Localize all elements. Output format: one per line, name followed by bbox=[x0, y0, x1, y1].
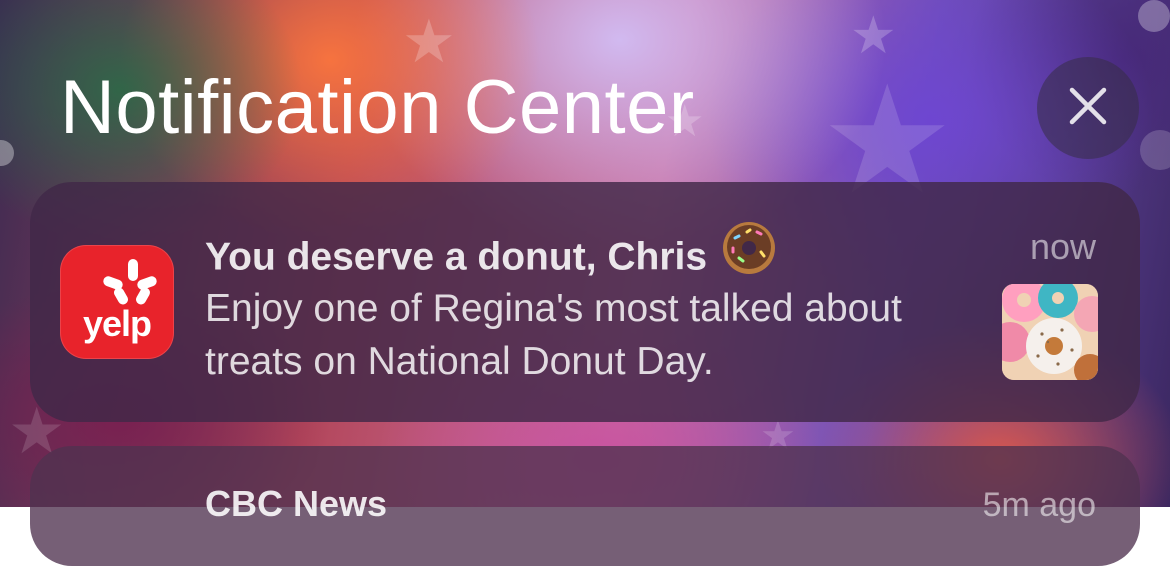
page-title: Notification Center bbox=[60, 65, 695, 150]
notification-card[interactable] bbox=[30, 446, 1140, 566]
notification-title: CBC News bbox=[205, 483, 388, 524]
donut-thumbnail bbox=[1002, 284, 1098, 380]
bokeh-light bbox=[1140, 130, 1170, 170]
notification-time: now bbox=[1029, 226, 1096, 267]
notification-time: 5m ago bbox=[982, 486, 1096, 524]
notification-title-text: You deserve a donut, Chris bbox=[205, 235, 708, 279]
bokeh-light bbox=[1138, 0, 1170, 32]
yelp-burst-icon bbox=[103, 259, 157, 305]
bokeh-light bbox=[0, 140, 14, 166]
yelp-icon: yelp bbox=[60, 245, 174, 359]
notification-body: Enjoy one of Regina's most talked about … bbox=[205, 287, 902, 383]
star-decoration: ★ bbox=[402, 7, 456, 77]
close-icon bbox=[1068, 86, 1108, 130]
close-button[interactable] bbox=[1037, 57, 1139, 159]
donut-emoji-icon bbox=[721, 220, 777, 286]
yelp-logo-text: yelp bbox=[82, 303, 152, 344]
